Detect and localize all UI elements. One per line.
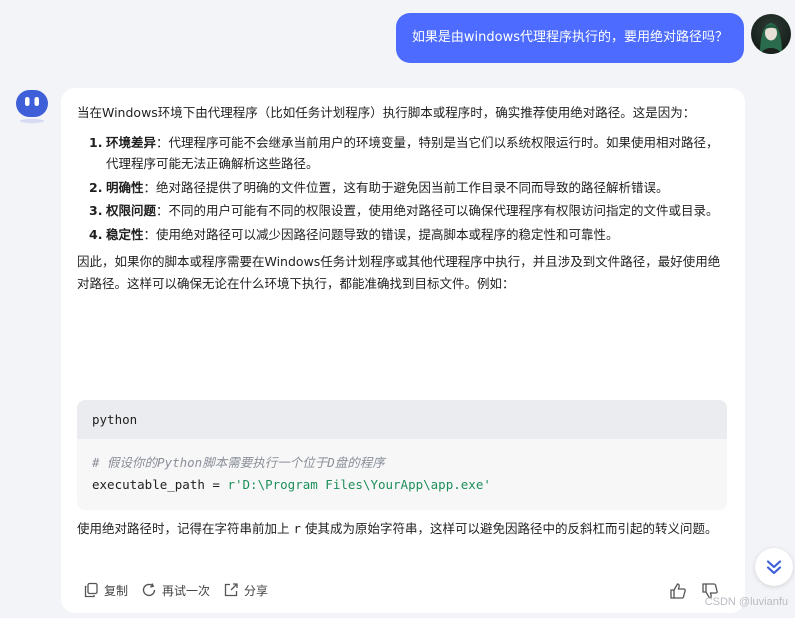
list-item: 4. 稳定性：使用绝对路径可以减少因路径问题导致的错误，提高脚本或程序的稳定性和… <box>77 224 727 246</box>
answer-conclusion: 因此，如果你的脚本或程序需要在Windows任务计划程序或其他代理程序中执行，并… <box>77 254 721 291</box>
list-key: 明确性 <box>106 179 144 195</box>
copy-icon <box>84 582 98 598</box>
robot-icon <box>16 90 48 124</box>
answer-content: 当在Windows环境下由代理程序（比如任务计划程序）执行脚本或程序时，确实推荐… <box>77 102 727 294</box>
list-text: ：绝对路径提供了明确的文件位置，这有助于避免因当前工作目录不同而导致的路径解析错… <box>143 179 669 195</box>
copy-label: 复制 <box>104 583 129 598</box>
tip-text-before: 使用绝对路径时，记得在字符串前加上 <box>77 521 294 536</box>
user-avatar-image <box>760 23 782 54</box>
list-item: 2. 明确性：绝对路径提供了明确的文件位置，这有助于避免因当前工作目录不同而导致… <box>77 177 727 199</box>
assistant-answer-card: 当在Windows环境下由代理程序（比如任务计划程序）执行脚本或程序时，确实推荐… <box>61 88 745 613</box>
assistant-avatar <box>14 88 50 124</box>
list-key: 环境差异 <box>106 134 157 150</box>
retry-button[interactable]: 再试一次 <box>141 578 210 602</box>
list-item: 3. 权限问题：不同的用户可能有不同的权限设置，使用绝对路径可以确保代理程序有权… <box>77 200 727 222</box>
list-number: 3. <box>89 203 103 218</box>
share-button[interactable]: 分享 <box>223 578 268 602</box>
answer-points: 1. 环境差异：代理程序可能不会继承当前用户的环境变量，特别是当它们以系统权限运… <box>77 132 727 246</box>
list-text: ：使用绝对路径可以减少因路径问题导致的错误，提高脚本或程序的稳定性和可靠性。 <box>143 226 619 242</box>
copy-button[interactable]: 复制 <box>83 578 128 602</box>
code-comment: # 假设你的Python脚本需要执行一个位于D盘的程序 <box>92 455 385 470</box>
user-avatar[interactable] <box>751 14 791 54</box>
user-message-bubble: 如果是由windows代理程序执行的，要用绝对路径吗？ <box>395 13 744 63</box>
tip-inline-code: r <box>293 521 302 536</box>
tip-text-after: 使其成为原始字符串，这样可以避免因路径中的反斜杠而引起的转义问题。 <box>301 521 718 536</box>
code-block[interactable]: python # 假设你的Python脚本需要执行一个位于D盘的程序 execu… <box>77 400 727 510</box>
code-variable: executable_path = <box>92 477 228 492</box>
list-key: 权限问题 <box>106 203 157 218</box>
list-number: 4. <box>89 226 103 242</box>
share-label: 分享 <box>244 583 269 598</box>
list-text: ：不同的用户可能有不同的权限设置，使用绝对路径可以确保代理程序有权限访问指定的文… <box>156 203 719 218</box>
list-number: 1. <box>89 134 103 150</box>
list-text: ：代理程序可能不会继承当前用户的环境变量，特别是当它们以系统权限运行时。如果使用… <box>106 134 719 172</box>
watermark: CSDN @luvianfu <box>704 596 788 608</box>
share-icon <box>224 583 238 597</box>
code-string: r'D:\Program Files\YourApp\app.exe' <box>227 477 491 492</box>
code-language-label: python <box>77 400 727 439</box>
code-content[interactable]: # 假设你的Python脚本需要执行一个位于D盘的程序 executable_p… <box>77 439 727 496</box>
answer-actions: 复制 再试一次 分享 <box>83 578 723 602</box>
answer-tip: 使用绝对路径时，记得在字符串前加上 r 使其成为原始字符串，这样可以避免因路径中… <box>77 518 727 540</box>
double-chevron-down-icon <box>766 560 782 575</box>
thumbs-up-icon[interactable] <box>669 582 687 600</box>
list-number: 2. <box>89 179 103 195</box>
user-message-row: 如果是由windows代理程序执行的，要用绝对路径吗？ <box>0 13 795 63</box>
retry-label: 再试一次 <box>162 583 211 598</box>
list-item: 1. 环境差异：代理程序可能不会继承当前用户的环境变量，特别是当它们以系统权限运… <box>77 132 727 175</box>
list-key: 稳定性 <box>106 226 144 242</box>
answer-intro: 当在Windows环境下由代理程序（比如任务计划程序）执行脚本或程序时，确实推荐… <box>77 105 696 120</box>
refresh-icon <box>142 583 156 597</box>
scroll-to-bottom-button[interactable] <box>755 548 793 586</box>
